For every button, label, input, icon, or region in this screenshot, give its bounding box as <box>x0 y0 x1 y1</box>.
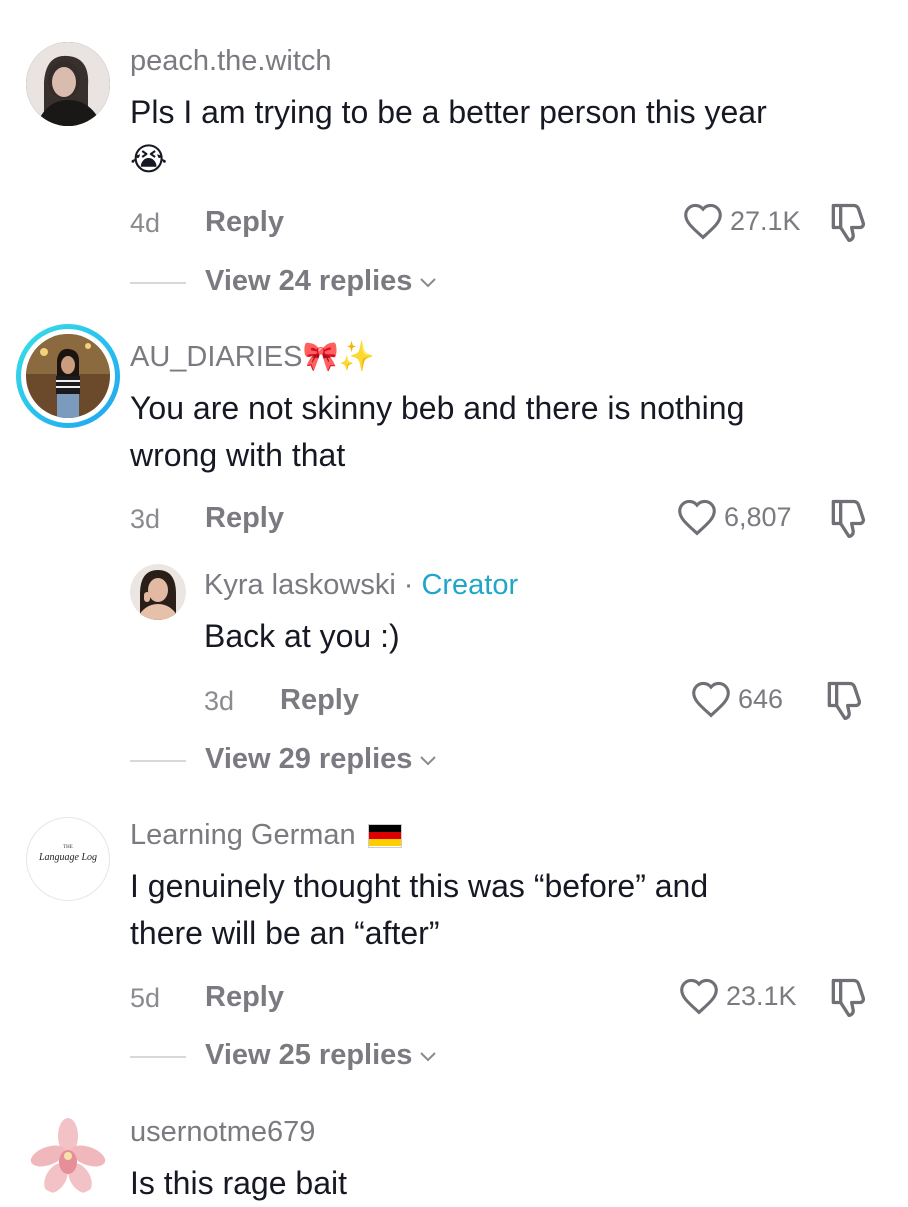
comment-username[interactable]: usernotme679 <box>130 1116 315 1149</box>
like-count: 646 <box>738 683 784 714</box>
comment-username-row: Learning German <box>130 819 402 852</box>
thumbs-down-icon[interactable] <box>826 200 870 244</box>
avatar[interactable]: THE Language Log <box>26 817 110 901</box>
heart-outline-icon <box>684 203 722 240</box>
comment-time: 5d <box>130 983 161 1013</box>
avatar-logo-text: Language Log <box>38 852 98 863</box>
thumbs-down-icon[interactable] <box>826 975 870 1019</box>
like-count: 23.1K <box>726 980 797 1011</box>
comment-text: Pls I am trying to be a better person th… <box>130 94 767 130</box>
like-button[interactable]: 6,807 <box>676 498 792 536</box>
heart-outline-icon <box>692 681 730 718</box>
comment-text: I genuinely thought this was “before” an… <box>130 868 709 904</box>
comment-time: 4d <box>130 208 161 238</box>
separator-dot: · <box>403 569 414 601</box>
avatar <box>26 334 110 418</box>
comment-username[interactable]: Learning German <box>130 819 356 852</box>
reply-button[interactable]: Reply <box>205 502 284 535</box>
reply-button[interactable]: Reply <box>205 206 284 239</box>
reply-button[interactable]: Reply <box>280 684 359 717</box>
creator-badge: Creator <box>421 569 519 601</box>
like-button[interactable]: 23.1K <box>678 977 797 1015</box>
thumbs-down-icon[interactable] <box>822 678 866 722</box>
chevron-down-icon <box>420 755 437 765</box>
avatar[interactable] <box>26 1112 110 1196</box>
view-replies-button[interactable]: View 24 replies <box>205 265 438 298</box>
divider-line <box>130 1056 186 1058</box>
heart-outline-icon <box>680 978 718 1015</box>
reply-button[interactable]: Reply <box>205 981 284 1014</box>
reply-username-row: Kyra laskowski · Creator <box>204 569 518 602</box>
comment-time: 3d <box>130 504 161 534</box>
comment-text-line2: there will be an “after” <box>130 915 440 951</box>
avatar-story-ring[interactable] <box>16 324 120 428</box>
like-count: 6,807 <box>724 501 792 532</box>
view-replies-label: View 24 replies <box>205 265 413 297</box>
comment-username[interactable]: peach.the.witch <box>130 45 332 78</box>
avatar-logo-small: THE <box>63 845 73 850</box>
like-button[interactable]: 646 <box>690 680 783 718</box>
view-replies-label: View 29 replies <box>205 743 413 775</box>
chevron-down-icon <box>420 277 437 287</box>
comment-username[interactable]: AU_DIARIES🎀✨ <box>130 340 375 374</box>
comment-text: You are not skinny beb and there is noth… <box>130 390 745 426</box>
like-count: 27.1K <box>730 205 801 236</box>
avatar[interactable] <box>26 42 110 126</box>
comment-emoji: 😭 <box>130 141 168 177</box>
chevron-down-icon <box>420 1051 437 1061</box>
view-replies-button[interactable]: View 29 replies <box>205 743 438 776</box>
heart-outline-icon <box>678 499 716 536</box>
reply-username[interactable]: Kyra laskowski <box>204 569 396 601</box>
divider-line <box>130 282 186 284</box>
divider-line <box>130 760 186 762</box>
german-flag-icon <box>367 823 402 848</box>
view-replies-label: View 25 replies <box>205 1039 413 1071</box>
avatar[interactable] <box>130 564 186 620</box>
comment-text-line2: wrong with that <box>130 437 346 473</box>
like-button[interactable]: 27.1K <box>682 202 801 240</box>
view-replies-button[interactable]: View 25 replies <box>205 1039 438 1072</box>
thumbs-down-icon[interactable] <box>826 496 870 540</box>
reply-time: 3d <box>204 686 235 716</box>
reply-text: Back at you :) <box>204 618 400 654</box>
avatar-photo <box>26 42 110 126</box>
